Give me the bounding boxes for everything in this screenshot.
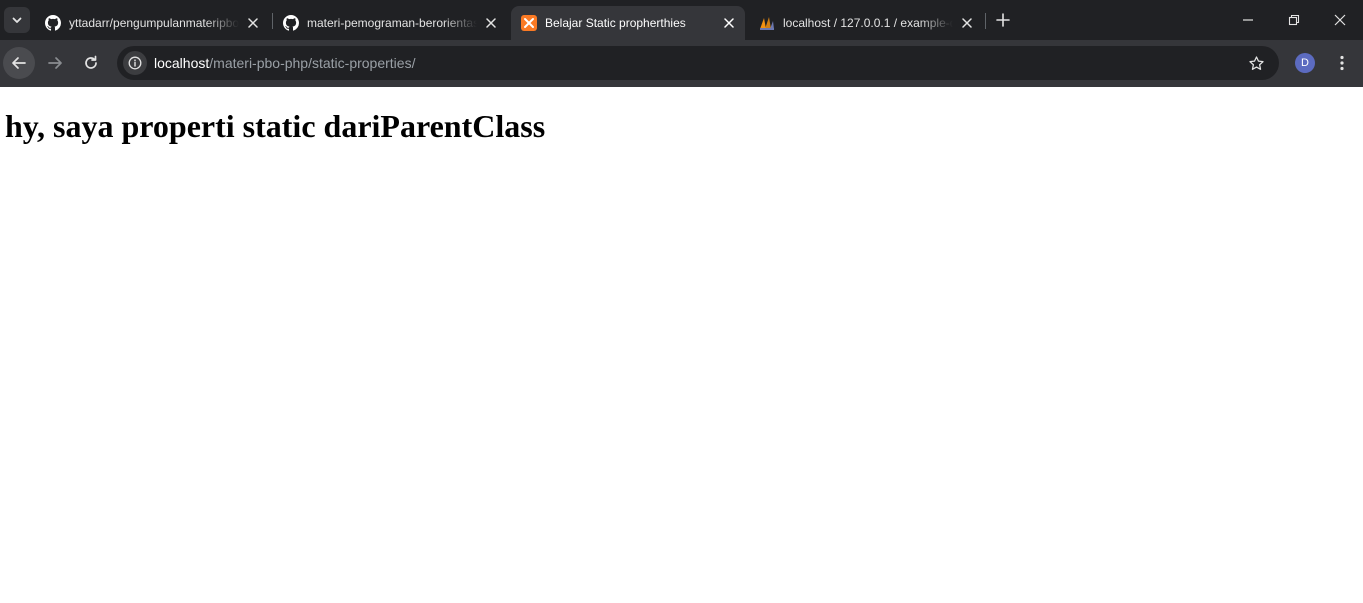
bookmark-star-button[interactable] (1247, 54, 1265, 72)
close-tab-icon[interactable] (719, 13, 739, 33)
reload-icon (85, 55, 97, 69)
tab-search-button[interactable] (4, 7, 30, 33)
tab-phpmyadmin[interactable]: localhost / 127.0.0.1 / example-db (749, 6, 983, 40)
restore-button[interactable] (1271, 0, 1317, 40)
url-text[interactable]: localhost/materi-pbo-php/static-properti… (154, 55, 415, 71)
reload-button[interactable] (75, 47, 107, 79)
minimize-button[interactable] (1225, 0, 1271, 40)
close-tab-icon[interactable] (481, 13, 501, 33)
arrow-right-icon (48, 57, 62, 69)
chevron-down-icon (12, 17, 22, 23)
url-host: localhost (154, 55, 210, 71)
url-path: /materi-pbo-php/static-properties/ (209, 55, 416, 71)
page-heading: hy, saya properti static dariParentClass (5, 108, 546, 144)
arrow-left-icon (12, 57, 26, 69)
tab-title: yttadarr/pengumpulanmateripbo (69, 16, 239, 30)
tab-title: Belajar Static propherthies (545, 16, 686, 30)
page-content: hy, saya properti static dariParentClass (0, 87, 1363, 603)
close-tab-icon[interactable] (243, 13, 263, 33)
tab-github-materi[interactable]: materi-pemograman-berorientasi-objek (273, 6, 507, 40)
tab-separator (985, 13, 986, 29)
new-tab-button[interactable] (992, 9, 1014, 31)
site-info-button[interactable] (123, 51, 147, 75)
restore-icon (1288, 14, 1300, 26)
browser-menu-button[interactable] (1330, 51, 1354, 75)
star-icon (1248, 55, 1264, 70)
tab-github-pengumpulan[interactable]: yttadarr/pengumpulanmateripbo (35, 6, 269, 40)
github-icon (283, 15, 299, 31)
address-bar[interactable]: localhost/materi-pbo-php/static-properti… (117, 46, 1279, 80)
back-button[interactable] (3, 47, 35, 79)
tab-belajar-static[interactable]: Belajar Static propherthies (511, 6, 745, 40)
xampp-icon (521, 15, 537, 31)
phpmyadmin-icon (759, 15, 775, 31)
forward-button[interactable] (39, 47, 71, 79)
close-icon (1334, 14, 1346, 26)
profile-avatar[interactable]: D (1295, 53, 1315, 73)
plus-icon (996, 13, 1010, 27)
tab-title: materi-pemograman-berorientasi-objek (307, 16, 477, 30)
tab-strip: yttadarr/pengumpulanmateripbo materi-pem… (0, 0, 1363, 40)
minimize-icon (1243, 19, 1253, 21)
close-tab-icon[interactable] (957, 13, 977, 33)
github-icon (45, 15, 61, 31)
more-vertical-icon (1340, 55, 1344, 71)
browser-toolbar: localhost/materi-pbo-php/static-properti… (0, 40, 1363, 87)
close-window-button[interactable] (1317, 0, 1363, 40)
info-icon (128, 56, 142, 70)
tab-title: localhost / 127.0.0.1 / example-db (783, 16, 953, 30)
